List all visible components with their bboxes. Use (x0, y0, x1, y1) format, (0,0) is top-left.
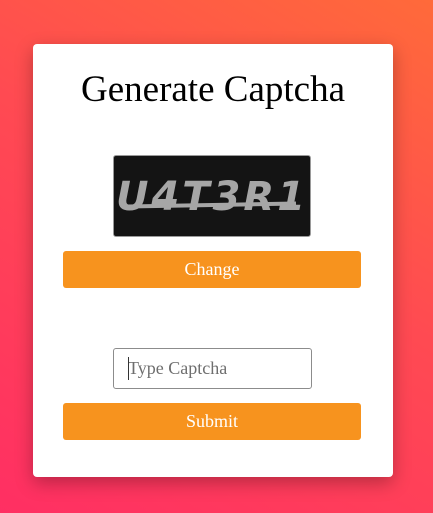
text-caret (128, 357, 129, 380)
change-captcha-button[interactable]: Change (63, 251, 361, 288)
captcha-code: U4T3R1 (115, 174, 309, 220)
captcha-card: Generate Captcha U4T3R1 Change Submit (33, 44, 393, 477)
submit-button[interactable]: Submit (63, 403, 361, 440)
captcha-input[interactable] (113, 348, 312, 389)
captcha-image: U4T3R1 (113, 155, 311, 237)
page-title: Generate Captcha (81, 69, 345, 110)
